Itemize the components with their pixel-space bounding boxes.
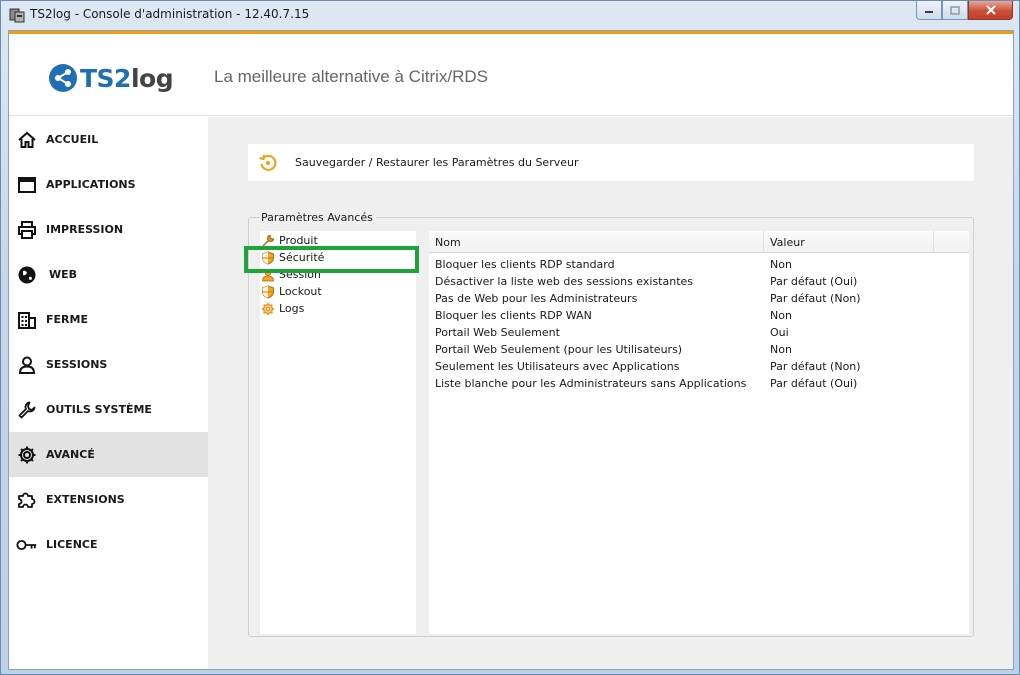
printer-icon [16, 219, 38, 241]
app-icon [9, 7, 25, 23]
settings-table: Nom Valeur Bloquer les clients RDP stand… [429, 231, 969, 634]
logo: TS2 log [48, 61, 174, 95]
tree-item-label: Lockout [279, 285, 322, 298]
save-restore-button[interactable]: Sauvegarder / Restaurer les Paramètres d… [248, 144, 974, 181]
row-value: Oui [770, 326, 789, 339]
window-icon [16, 174, 38, 196]
close-button[interactable] [968, 1, 1013, 20]
sidebar-item-impression[interactable]: IMPRESSION [9, 207, 208, 252]
window-title: TS2log - Console d'administration - 12.4… [30, 7, 310, 21]
home-icon [16, 129, 38, 151]
row-value: Par défaut (Oui) [770, 377, 858, 390]
save-restore-label: Sauvegarder / Restaurer les Paramètres d… [295, 156, 579, 169]
table-row[interactable]: Bloquer les clients RDP WAN Non [429, 307, 969, 324]
row-name: Bloquer les clients RDP WAN [435, 309, 592, 322]
close-icon [985, 5, 996, 15]
selection-highlight [244, 246, 419, 273]
logo-share-icon [49, 64, 77, 92]
globe-icon [16, 264, 38, 286]
table-row[interactable]: Liste blanche pour les Administrateurs s… [429, 375, 969, 392]
row-value: Par défaut (Oui) [770, 275, 858, 288]
sidebar-item-label: FERME [46, 313, 88, 326]
client-area: TS2 log La meilleure alternative à Citrix… [8, 30, 1014, 670]
sidebar-item-ferme[interactable]: FERME [9, 297, 208, 342]
sidebar-item-applications[interactable]: APPLICATIONS [9, 162, 208, 207]
logo-text-ts: TS2 [80, 63, 131, 93]
header: TS2 log La meilleure alternative à Citrix… [9, 34, 1013, 116]
sidebar-item-label: SESSIONS [46, 358, 108, 371]
column-header-valeur[interactable]: Valeur [764, 231, 934, 253]
row-name: Désactiver la liste web des sessions exi… [435, 275, 694, 288]
shield-icon [261, 284, 275, 299]
sidebar-item-label: ACCUEIL [46, 133, 99, 146]
minimize-icon [925, 11, 933, 13]
key-icon [16, 534, 38, 556]
table-row[interactable]: Portail Web Seulement (pour les Utilisat… [429, 341, 969, 358]
tree-item-lockout[interactable]: Lockout [260, 283, 322, 300]
sidebar-item-label: LICENCE [46, 538, 98, 551]
window-controls [916, 1, 1013, 20]
maximize-icon [950, 5, 960, 15]
title-bar[interactable]: TS2log - Console d'administration - 12.4… [1, 1, 1019, 29]
row-value: Non [770, 309, 792, 322]
sidebar-item-licence[interactable]: LICENCE [9, 522, 208, 567]
tagline: La meilleure alternative à Citrix/RDS [214, 67, 488, 86]
sidebar-item-extensions[interactable]: EXTENSIONS [9, 477, 208, 522]
sidebar-item-label: APPLICATIONS [46, 178, 136, 191]
row-name: Bloquer les clients RDP standard [435, 258, 615, 271]
sidebar-item-label: AVANCÉ [46, 448, 95, 461]
wrench-icon [16, 399, 38, 421]
table-row[interactable]: Pas de Web pour les Administrateurs Par … [429, 290, 969, 307]
sidebar-item-outils-systeme[interactable]: OUTILS SYSTÈME [9, 387, 208, 432]
row-value: Non [770, 343, 792, 356]
puzzle-icon [16, 489, 38, 511]
settings-tree: Produit Sécurité Session Lockout Logs [260, 231, 416, 634]
sidebar-item-label: IMPRESSION [46, 223, 124, 236]
restore-icon [258, 153, 278, 173]
logo-text-log: log [130, 63, 174, 93]
sidebar-item-web[interactable]: WEB [9, 252, 208, 297]
gear-icon [16, 444, 38, 466]
minimize-button[interactable] [916, 1, 942, 20]
sidebar-item-accueil[interactable]: ACCUEIL [9, 117, 208, 162]
table-row[interactable]: Désactiver la liste web des sessions exi… [429, 273, 969, 290]
table-row[interactable]: Portail Web Seulement Oui [429, 324, 969, 341]
gear-icon [261, 302, 275, 316]
app-window: TS2log - Console d'administration - 12.4… [0, 0, 1020, 675]
sidebar-item-avance[interactable]: AVANCÉ [9, 432, 208, 477]
row-name: Portail Web Seulement [435, 326, 560, 339]
building-icon [16, 309, 38, 331]
row-name: Pas de Web pour les Administrateurs [435, 292, 638, 305]
table-row[interactable]: Seulement les Utilisateurs avec Applicat… [429, 358, 969, 375]
row-value: Non [770, 258, 792, 271]
sidebar: ACCUEIL APPLICATIONS IMPRESSION WEB FERM… [9, 117, 208, 669]
row-name: Seulement les Utilisateurs avec Applicat… [435, 360, 680, 373]
tree-item-label: Logs [279, 302, 305, 315]
sidebar-item-label: EXTENSIONS [46, 493, 125, 506]
row-name: Portail Web Seulement (pour les Utilisat… [435, 343, 683, 356]
main-panel: Sauvegarder / Restaurer les Paramètres d… [208, 117, 1013, 669]
maximize-button[interactable] [942, 1, 968, 20]
row-value: Par défaut (Non) [770, 292, 861, 305]
user-icon [16, 354, 38, 376]
table-row[interactable]: Bloquer les clients RDP standard Non [429, 256, 969, 273]
row-value: Par défaut (Non) [770, 360, 861, 373]
sidebar-item-sessions[interactable]: SESSIONS [9, 342, 208, 387]
sidebar-item-label: WEB [49, 268, 78, 281]
tree-item-logs[interactable]: Logs [260, 300, 304, 317]
table-header: Nom Valeur [429, 231, 969, 253]
group-title: Paramètres Avancés [260, 211, 376, 224]
sidebar-item-label: OUTILS SYSTÈME [46, 403, 152, 416]
column-header-nom[interactable]: Nom [429, 231, 764, 253]
row-name: Liste blanche pour les Administrateurs s… [435, 377, 747, 390]
